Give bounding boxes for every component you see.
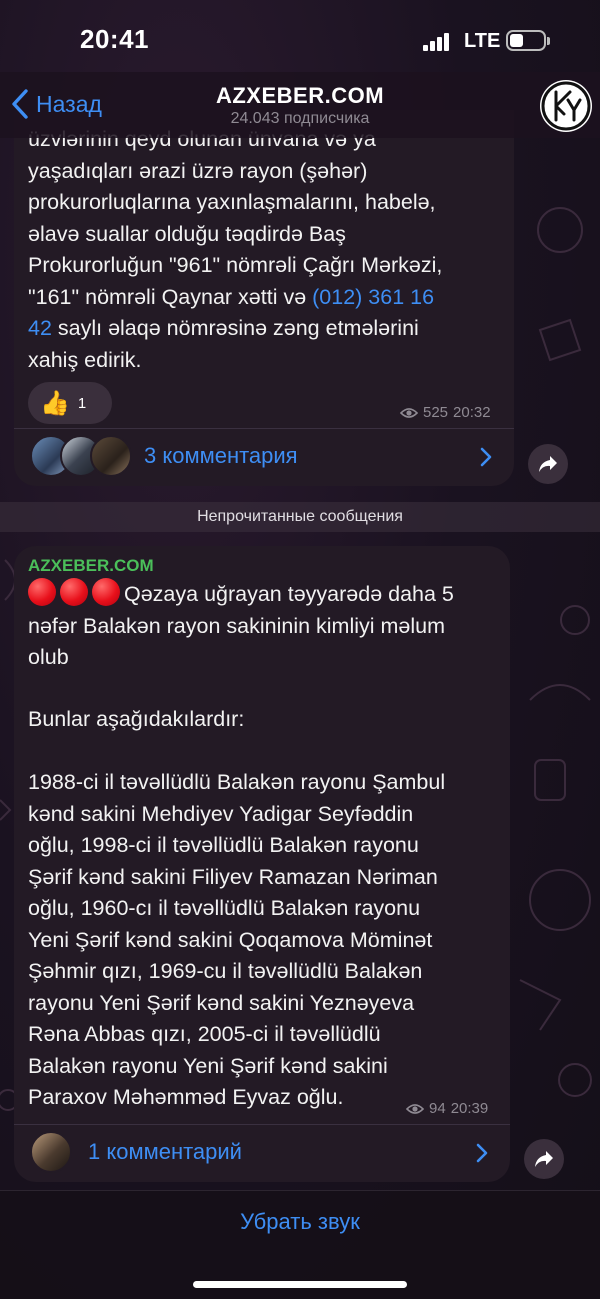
comments-label: 1 комментарий: [88, 1139, 242, 1164]
chevron-right-icon: [480, 447, 492, 467]
share-icon: [535, 1151, 553, 1167]
thumbs-up-icon: 👍: [40, 389, 70, 417]
message-time: 20:39: [450, 1100, 489, 1117]
comments-button[interactable]: 3 комментария: [14, 428, 514, 484]
eye-icon: [400, 407, 418, 418]
eye-icon: [406, 1103, 424, 1114]
mute-button[interactable]: Убрать звук: [0, 1209, 600, 1235]
message-bubble[interactable]: AZXEBER.COM Qəzaya uğrayan təyyarədə dah…: [14, 546, 510, 1182]
channel-title[interactable]: AZXEBER.COM: [0, 83, 600, 109]
message-time: 20:32: [453, 404, 491, 421]
message-text: üzvlərinin qeyd olunan ünvana və ya yaşa…: [28, 127, 443, 372]
home-indicator: [193, 1281, 407, 1288]
message-body: 1988-ci il təvəllüdlü Balakən rayonu Şam…: [28, 770, 446, 1109]
signal-icon: [423, 33, 451, 51]
message-intro: Bunlar aşağıdakılardır:: [28, 707, 245, 731]
reaction-like[interactable]: 👍 1: [28, 382, 112, 424]
avatar: [30, 1130, 72, 1173]
view-count: 94: [429, 1100, 446, 1117]
message-meta: 94 20:39: [406, 1100, 488, 1117]
message-meta: 525 20:32: [400, 404, 491, 421]
message-headline: Qəzaya uğrayan təyyarədə daha 5 nəfər Ba…: [28, 578, 504, 674]
channel-logo: [541, 81, 591, 131]
comments-button[interactable]: 1 комментарий: [14, 1124, 510, 1180]
reaction-count: 1: [77, 394, 87, 412]
chat-header: Назад AZXEBER.COM 24.043 подписчика: [0, 72, 600, 138]
channel-avatar[interactable]: [540, 80, 592, 132]
status-time: 20:41: [80, 24, 149, 54]
bottom-bar: Убрать звук: [0, 1190, 600, 1299]
commenter-avatars: [30, 434, 140, 479]
commenter-avatars: [30, 1130, 78, 1175]
share-button[interactable]: [528, 444, 568, 484]
network-type: LTE: [464, 30, 501, 52]
share-button[interactable]: [524, 1139, 564, 1179]
red-circle-icon: [28, 578, 56, 606]
subscriber-count: 24.043 подписчика: [230, 110, 370, 127]
share-icon: [539, 456, 557, 472]
view-count: 525: [423, 404, 449, 421]
unread-divider: Непрочитанные сообщения: [0, 502, 600, 532]
sender-name[interactable]: AZXEBER.COM: [28, 556, 154, 576]
battery-icon: [506, 30, 550, 51]
red-circle-icon: [60, 578, 88, 606]
message-bubble[interactable]: üzvlərinin qeyd olunan ünvana və ya yaşa…: [14, 110, 514, 486]
chevron-right-icon: [476, 1143, 488, 1163]
comments-label: 3 комментария: [144, 443, 298, 468]
avatar: [90, 434, 132, 477]
red-circle-icon: [92, 578, 120, 606]
